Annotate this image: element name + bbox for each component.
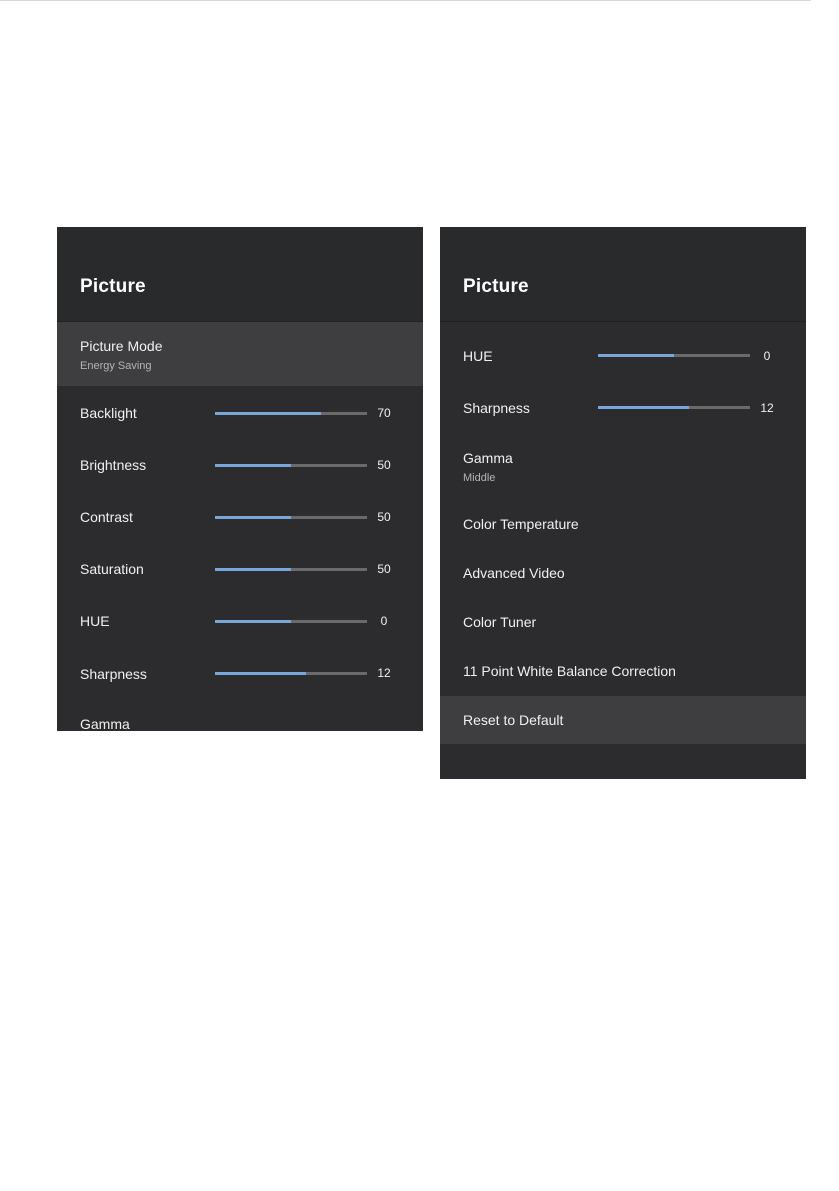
slider-fill xyxy=(215,464,291,467)
menu-item-reset-to-default[interactable]: Reset to Default xyxy=(440,696,806,744)
page-top-rule xyxy=(0,0,811,1)
menu-item-advanced-video[interactable]: Advanced Video xyxy=(440,552,806,594)
menu-item-label: Gamma xyxy=(463,450,513,466)
slider-row-contrast[interactable]: Contrast 50 xyxy=(57,491,423,543)
slider-row-brightness[interactable]: Brightness 50 xyxy=(57,439,423,491)
slider-row-sharpness[interactable]: Sharpness 12 xyxy=(440,387,806,427)
menu-item-value: Middle xyxy=(463,472,496,484)
slider-value: 0 xyxy=(380,614,388,628)
menu-item-label: Color Tuner xyxy=(463,614,537,630)
menu-item-color-tuner[interactable]: Color Tuner xyxy=(440,601,806,643)
menu-item-gamma[interactable]: Gamma xyxy=(57,699,423,731)
picture-menu-panel-right: Picture HUE 0 Sharpness 12 Gamma Middle … xyxy=(440,227,806,779)
slider-track[interactable] xyxy=(598,406,750,409)
slider-value: 50 xyxy=(377,562,391,576)
menu-item-label: Color Temperature xyxy=(463,516,579,532)
slider-value: 0 xyxy=(763,349,771,363)
slider-track[interactable] xyxy=(215,672,367,675)
slider-label: HUE xyxy=(463,348,493,364)
slider-label: Saturation xyxy=(80,561,144,577)
slider-label: Contrast xyxy=(80,509,133,525)
slider-fill xyxy=(598,406,690,409)
menu-item-picture-mode[interactable]: Picture Mode Energy Saving xyxy=(57,322,423,386)
slider-fill xyxy=(215,620,291,623)
menu-item-label: Advanced Video xyxy=(463,565,565,581)
panel-header: Picture xyxy=(440,227,806,322)
slider-label: Sharpness xyxy=(80,666,147,682)
panel-title: Picture xyxy=(463,276,529,297)
panel-header: Picture xyxy=(57,227,423,322)
slider-track[interactable] xyxy=(215,516,367,519)
picture-menu-panel-left: Picture Picture Mode Energy Saving Backl… xyxy=(57,227,423,731)
panel-title: Picture xyxy=(80,276,146,297)
slider-row-hue[interactable]: HUE 0 xyxy=(57,595,423,647)
slider-fill xyxy=(598,354,674,357)
slider-label: Backlight xyxy=(80,405,137,421)
menu-item-white-balance-correction[interactable]: 11 Point White Balance Correction xyxy=(440,650,806,692)
slider-fill xyxy=(215,568,291,571)
slider-label: HUE xyxy=(80,613,110,629)
slider-fill xyxy=(215,516,291,519)
slider-track[interactable] xyxy=(215,412,367,415)
menu-item-label: Reset to Default xyxy=(463,712,564,728)
slider-value: 50 xyxy=(377,510,391,524)
slider-row-backlight[interactable]: Backlight 70 xyxy=(57,387,423,439)
slider-track[interactable] xyxy=(215,568,367,571)
slider-value: 70 xyxy=(377,406,391,420)
slider-fill xyxy=(215,672,307,675)
slider-label: Sharpness xyxy=(463,400,530,416)
slider-track[interactable] xyxy=(215,620,367,623)
slider-row-saturation[interactable]: Saturation 50 xyxy=(57,543,423,595)
menu-item-value: Energy Saving xyxy=(80,360,152,372)
slider-value: 12 xyxy=(377,666,391,680)
slider-value: 12 xyxy=(760,401,774,415)
menu-item-gamma[interactable]: Gamma Middle xyxy=(440,439,806,495)
menu-item-label: 11 Point White Balance Correction xyxy=(463,663,676,679)
menu-item-label: Picture Mode xyxy=(80,338,163,354)
slider-row-hue[interactable]: HUE 0 xyxy=(440,335,806,375)
slider-value: 50 xyxy=(377,458,391,472)
menu-item-label: Gamma xyxy=(80,716,130,731)
slider-row-sharpness[interactable]: Sharpness 12 xyxy=(57,647,423,699)
slider-track[interactable] xyxy=(215,464,367,467)
slider-track[interactable] xyxy=(598,354,750,357)
slider-label: Brightness xyxy=(80,457,147,473)
slider-fill xyxy=(215,412,322,415)
menu-item-color-temperature[interactable]: Color Temperature xyxy=(440,503,806,545)
